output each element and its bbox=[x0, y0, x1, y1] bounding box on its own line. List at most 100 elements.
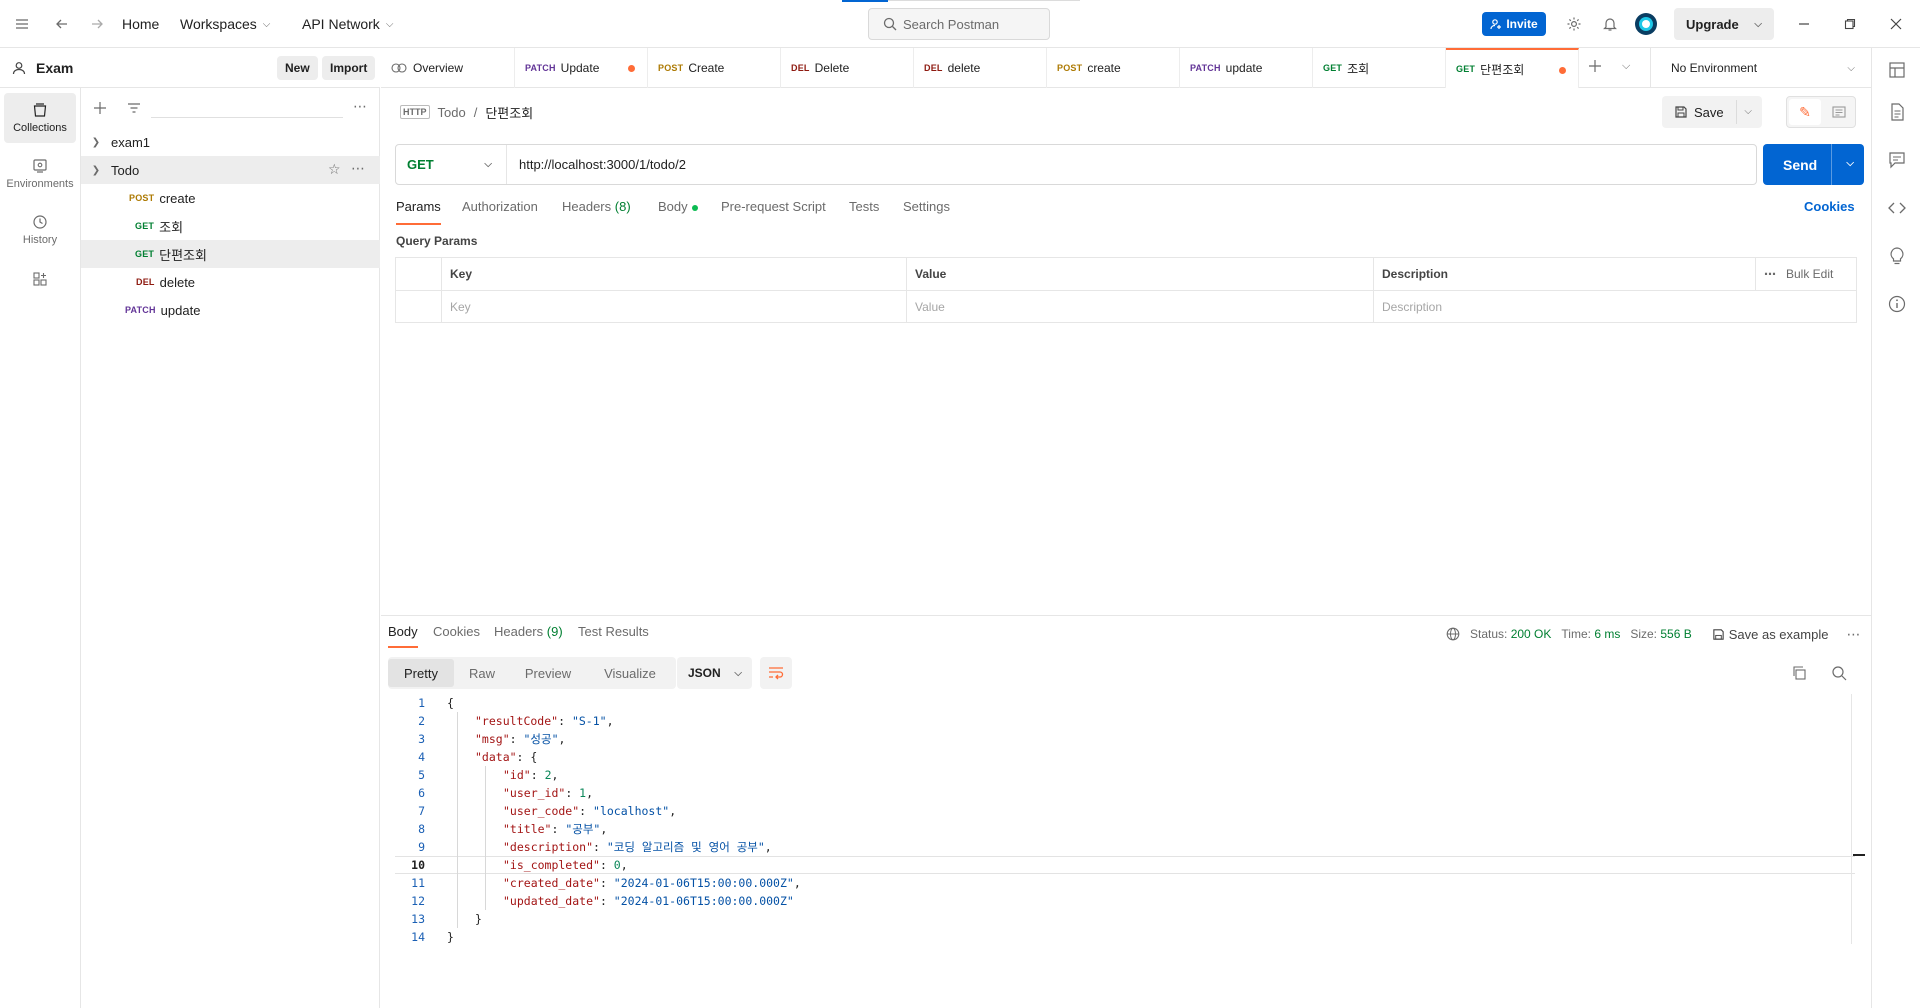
json-value: "코딩 알고리즘 및 영어 공부" bbox=[606, 840, 765, 854]
more-icon[interactable]: ⋯ bbox=[353, 98, 367, 115]
collection-row[interactable]: ❯ exam1 bbox=[81, 128, 380, 156]
bell-icon[interactable] bbox=[1596, 0, 1624, 48]
tab-headers[interactable]: Headers (8) bbox=[562, 199, 631, 225]
settings-gear-icon[interactable] bbox=[1560, 0, 1588, 48]
json-value: "성공" bbox=[523, 732, 559, 746]
tab-request[interactable]: PATCH update bbox=[1180, 48, 1313, 88]
bulk-edit-link[interactable]: Bulk Edit bbox=[1786, 267, 1833, 281]
filter-input[interactable] bbox=[151, 98, 343, 118]
documentation-icon[interactable] bbox=[1887, 102, 1907, 122]
minimize-icon[interactable] bbox=[1784, 0, 1824, 48]
tab-authorization[interactable]: Authorization bbox=[462, 199, 538, 225]
search-input[interactable]: Search Postman bbox=[868, 8, 1050, 40]
import-button[interactable]: Import bbox=[322, 56, 376, 80]
wrap-lines-icon[interactable] bbox=[760, 657, 792, 689]
restore-icon[interactable] bbox=[1830, 0, 1870, 48]
tab-prerequest-script[interactable]: Pre-request Script bbox=[721, 199, 826, 225]
lightbulb-icon[interactable] bbox=[1887, 246, 1907, 266]
view-pretty[interactable]: Pretty bbox=[388, 659, 454, 687]
back-icon[interactable] bbox=[48, 0, 76, 48]
request-row[interactable]: GET 조회 bbox=[81, 212, 380, 240]
scrollbar[interactable] bbox=[1851, 694, 1852, 944]
more-icon[interactable]: ⋯ bbox=[351, 160, 365, 177]
upgrade-button[interactable]: Upgrade ⌵ bbox=[1674, 8, 1774, 40]
chevron-down-icon: ⌵ bbox=[484, 159, 492, 170]
filter-icon[interactable] bbox=[127, 101, 141, 115]
breadcrumb-current[interactable]: 단편조회 bbox=[485, 103, 533, 122]
rail-item-history[interactable]: History bbox=[4, 205, 76, 255]
nav-home[interactable]: Home bbox=[122, 0, 159, 48]
view-preview[interactable]: Preview bbox=[510, 659, 586, 687]
globe-icon[interactable] bbox=[1446, 627, 1460, 641]
size-readout[interactable]: Size: 556 B bbox=[1630, 627, 1691, 641]
tab-request[interactable]: GET 조회 bbox=[1313, 48, 1446, 88]
tab-request[interactable]: DEL Delete bbox=[781, 48, 914, 88]
cookies-link[interactable]: Cookies bbox=[1804, 199, 1855, 214]
breadcrumb-parent[interactable]: Todo bbox=[438, 105, 466, 120]
tab-body[interactable]: Body bbox=[658, 199, 698, 225]
param-value-input[interactable]: Value bbox=[907, 290, 1374, 322]
invite-button[interactable]: Invite bbox=[1482, 12, 1546, 36]
star-icon[interactable]: ☆ bbox=[328, 161, 341, 178]
copy-icon[interactable] bbox=[1791, 665, 1807, 684]
chevron-down-icon[interactable]: ⌵ bbox=[1622, 60, 1630, 73]
tab-request[interactable]: POST create bbox=[1047, 48, 1180, 88]
response-tab-cookies[interactable]: Cookies bbox=[433, 624, 480, 648]
tab-request[interactable]: PATCH Update bbox=[515, 48, 648, 88]
tab-tests[interactable]: Tests bbox=[849, 199, 879, 225]
method-select[interactable]: GET ⌵ bbox=[396, 145, 507, 184]
info-icon[interactable] bbox=[1887, 294, 1907, 314]
save-as-example-button[interactable]: Save as example bbox=[1712, 627, 1828, 642]
json-value: "2024-01-06T15:00:00.000Z" bbox=[613, 894, 794, 908]
new-button[interactable]: New bbox=[277, 56, 318, 80]
response-tab-body[interactable]: Body bbox=[388, 624, 418, 648]
tab-params[interactable]: Params bbox=[396, 199, 441, 225]
more-icon[interactable]: ⋯ bbox=[1846, 626, 1860, 643]
format-select[interactable]: JSON ⌵ bbox=[677, 657, 752, 689]
pencil-icon[interactable]: ✎ bbox=[1789, 99, 1821, 125]
rail-item-apps[interactable] bbox=[4, 256, 76, 306]
code-icon[interactable] bbox=[1887, 198, 1907, 218]
nav-workspaces[interactable]: Workspaces ⌵ bbox=[180, 0, 270, 48]
avatar[interactable] bbox=[1632, 0, 1660, 48]
time-readout[interactable]: Time: 6 ms bbox=[1561, 627, 1620, 641]
tab-request[interactable]: DEL delete bbox=[914, 48, 1047, 88]
status-readout[interactable]: Status: 200 OK bbox=[1470, 627, 1551, 641]
request-row[interactable]: DEL delete bbox=[81, 268, 380, 296]
view-raw[interactable]: Raw bbox=[454, 659, 510, 687]
view-visualize[interactable]: Visualize bbox=[586, 659, 674, 687]
collection-row[interactable]: ❯ Todo ☆ ⋯ bbox=[81, 156, 380, 184]
more-icon[interactable]: ⋯ bbox=[1764, 267, 1776, 281]
save-button[interactable]: Save ⌵ bbox=[1662, 96, 1762, 128]
plus-icon[interactable] bbox=[93, 101, 107, 115]
response-tab-test-results[interactable]: Test Results bbox=[578, 624, 649, 648]
rail-item-environments[interactable]: Environments bbox=[4, 149, 76, 199]
menu-icon[interactable] bbox=[8, 0, 36, 48]
send-button[interactable]: Send ⌵ bbox=[1763, 144, 1864, 185]
request-row[interactable]: POST create bbox=[81, 184, 380, 212]
search-icon[interactable] bbox=[1831, 665, 1847, 684]
add-tab-icon[interactable] bbox=[1587, 58, 1603, 77]
environment-selector[interactable]: No Environment ⌵ bbox=[1650, 48, 1871, 88]
response-divider[interactable] bbox=[381, 615, 1871, 616]
comments-icon[interactable] bbox=[1887, 150, 1907, 170]
response-tab-headers[interactable]: Headers (9) bbox=[494, 624, 563, 648]
request-row[interactable]: GET 단편조회 bbox=[81, 240, 380, 268]
param-key-input[interactable]: Key bbox=[442, 290, 907, 322]
response-body-editor[interactable]: 1{2 "resultCode": "S-1", 3 "msg": "성공", 4 "da… bbox=[395, 694, 1855, 954]
param-description-input[interactable]: Description bbox=[1374, 290, 1856, 322]
environment-quicklook-icon[interactable] bbox=[1887, 60, 1907, 80]
tab-request-active[interactable]: GET 단편조회 bbox=[1446, 48, 1579, 88]
close-icon[interactable] bbox=[1876, 0, 1916, 48]
doc-view-icon[interactable] bbox=[1823, 99, 1855, 125]
chevron-down-icon[interactable]: ⌵ bbox=[1744, 106, 1752, 117]
request-row[interactable]: PATCH update bbox=[81, 296, 380, 324]
chevron-down-icon[interactable]: ⌵ bbox=[1846, 158, 1854, 169]
nav-api-network[interactable]: API Network ⌵ bbox=[302, 0, 393, 48]
rail-item-collections[interactable]: Collections bbox=[4, 93, 76, 143]
tab-settings[interactable]: Settings bbox=[903, 199, 950, 225]
tab-overview[interactable]: Overview bbox=[381, 48, 515, 88]
forward-icon[interactable] bbox=[83, 0, 111, 48]
url-input[interactable] bbox=[507, 145, 1756, 184]
tab-request[interactable]: POST Create bbox=[648, 48, 781, 88]
